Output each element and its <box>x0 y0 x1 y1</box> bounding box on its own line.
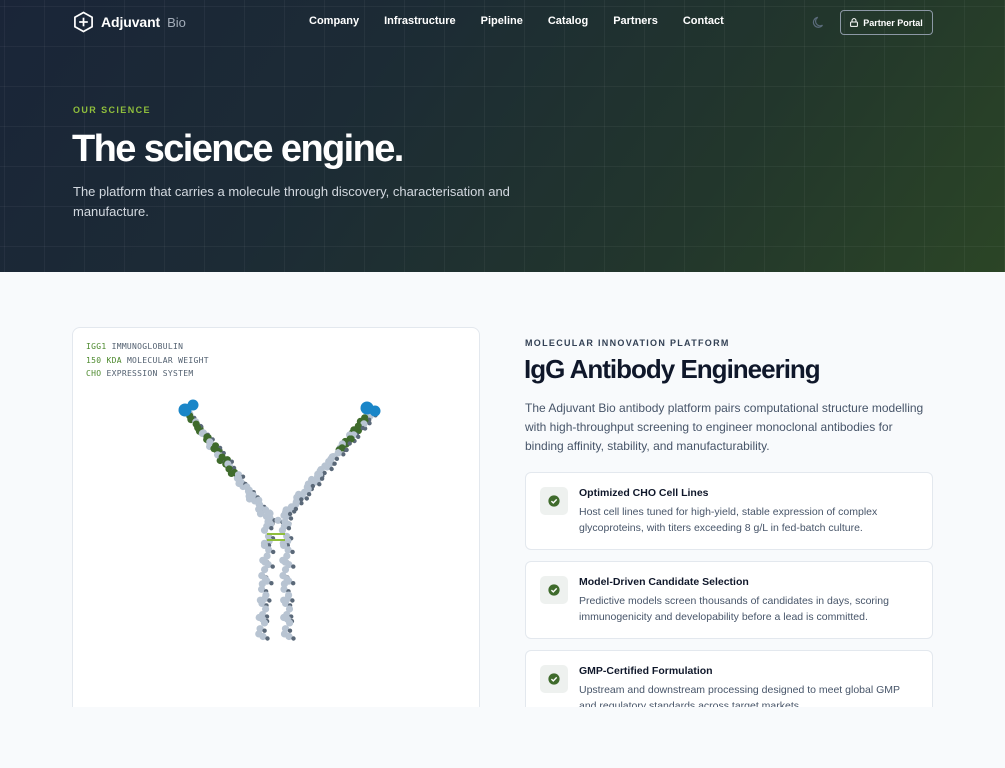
fc-chain-right-bead-side <box>287 628 293 633</box>
light-chain-right-bead <box>280 511 288 519</box>
heavy-chain-right-bead-side <box>317 482 322 487</box>
light-chain-right-bead-side <box>319 476 325 481</box>
light-chain-right-bead-side <box>287 511 293 517</box>
nav-links: Company Infrastructure Pipeline Catalog … <box>309 15 749 27</box>
fc-chain-left-bead-side <box>269 526 274 531</box>
hero-eyebrow: OUR SCIENCE <box>73 105 151 115</box>
partner-portal-label: Partner Portal <box>863 17 923 28</box>
light-chain-right-bead-side <box>332 461 337 466</box>
hero-title: The science engine. <box>72 128 404 170</box>
fc-chain-right-bead-side <box>291 636 296 641</box>
viewport-fold <box>0 707 1005 768</box>
check-circle-icon <box>548 673 560 685</box>
light-chain-right-bead-side <box>334 456 340 461</box>
section-description: The Adjuvant Bio antibody platform pairs… <box>525 401 924 453</box>
moon-icon[interactable] <box>811 14 827 30</box>
fc-chain-right-bead-side <box>290 598 295 603</box>
meta-line-weight: 150 KDA MOLECULAR WEIGHT <box>86 355 209 365</box>
fc-chain-right-bead-side <box>286 526 292 531</box>
feature-title: Model-Driven Candidate Selection <box>579 576 749 588</box>
fc-chain-right-bead-side <box>290 549 295 555</box>
feature-description: Predictive models screen thousands of ca… <box>579 595 889 623</box>
fc-chain-left-bead-side <box>269 581 274 586</box>
fc-chain-right-bead <box>286 619 294 627</box>
feature-card-candidate-selection: Model-Driven Candidate Selection Predict… <box>525 561 933 639</box>
feature-check-badge <box>540 576 568 604</box>
antibody-visualization-card: IGG1 IMMUNOGLOBULIN 150 KDA MOLECULAR WE… <box>72 327 480 717</box>
check-circle-icon <box>548 495 560 507</box>
nav-link-pipeline[interactable]: Pipeline <box>481 15 523 27</box>
feature-card-cho-cell-lines: Optimized CHO Cell Lines Host cell lines… <box>525 472 933 550</box>
antigen-binding-tip <box>369 405 381 417</box>
partner-portal-button[interactable]: Partner Portal <box>840 10 933 35</box>
nav-link-infrastructure[interactable]: Infrastructure <box>384 15 456 27</box>
hexagon-plus-icon <box>74 11 93 33</box>
nav-link-contact[interactable]: Contact <box>683 15 724 27</box>
fc-chain-left-bead-side <box>265 636 270 641</box>
brand-name: Adjuvant <box>101 14 161 30</box>
heavy-chain-right-bead-side <box>299 501 304 506</box>
nav-link-company[interactable]: Company <box>309 15 359 27</box>
fc-chain-left-bead <box>260 526 269 534</box>
fc-chain-left-bead <box>260 619 269 627</box>
fc-chain-right-bead-side <box>291 564 296 569</box>
light-chain-left-bead <box>194 424 202 432</box>
light-chain-right-bead-side <box>293 506 299 512</box>
antigen-binding-tip <box>187 399 199 411</box>
lock-icon <box>850 18 859 27</box>
hero-subtitle: The platform that carries a molecule thr… <box>73 184 510 219</box>
fc-chain-right-bead-side <box>291 581 296 586</box>
heavy-chain-right-bead-side <box>288 516 294 521</box>
light-chain-right-bead-side <box>360 425 365 431</box>
meta-line-expression: CHO EXPRESSION SYSTEM <box>86 369 194 378</box>
light-chain-right-bead-side <box>344 447 349 453</box>
light-chain-right-bead-side <box>356 434 361 439</box>
top-navigation: Adjuvant Bio Company Infrastructure Pipe… <box>0 0 1005 44</box>
light-chain-right-bead-side <box>347 441 352 446</box>
fc-chain-left-bead-side <box>271 549 276 555</box>
brand-suffix: Bio <box>167 14 186 30</box>
feature-check-badge <box>540 487 568 515</box>
fc-chain-left-bead-side <box>262 628 267 633</box>
feature-title: GMP-Certified Formulation <box>579 665 713 677</box>
antibody-structure-illustration <box>178 399 381 641</box>
nav-link-partners[interactable]: Partners <box>613 15 658 27</box>
hero-section: Adjuvant Bio Company Infrastructure Pipe… <box>0 0 1005 272</box>
antibody-meta: IGG1 IMMUNOGLOBULIN 150 KDA MOLECULAR WE… <box>86 340 209 381</box>
meta-line-isotype: IGG1 IMMUNOGLOBULIN <box>86 342 184 351</box>
heavy-chain-right-bead-side <box>304 496 309 501</box>
feature-check-badge <box>540 665 568 693</box>
fc-chain-left-bead-side <box>267 598 272 603</box>
nav-link-catalog[interactable]: Catalog <box>548 15 588 27</box>
check-circle-icon <box>548 584 560 596</box>
brand-logo[interactable]: Adjuvant Bio <box>73 11 186 33</box>
light-chain-right-bead-side <box>367 421 372 426</box>
section-title: IgG Antibody Engineering <box>524 354 821 384</box>
heavy-chain-right-bead-side <box>329 466 334 472</box>
light-chain-right-bead-side <box>299 497 304 502</box>
fc-chain-right-bead <box>278 526 286 534</box>
section-eyebrow: MOLECULAR INNOVATION PLATFORM <box>525 338 730 348</box>
feature-description: Host cell lines tuned for high-yield, st… <box>579 506 878 534</box>
fc-chain-left-bead-side <box>270 564 275 569</box>
light-chain-right-bead-side <box>306 492 312 497</box>
feature-title: Optimized CHO Cell Lines <box>579 487 709 499</box>
